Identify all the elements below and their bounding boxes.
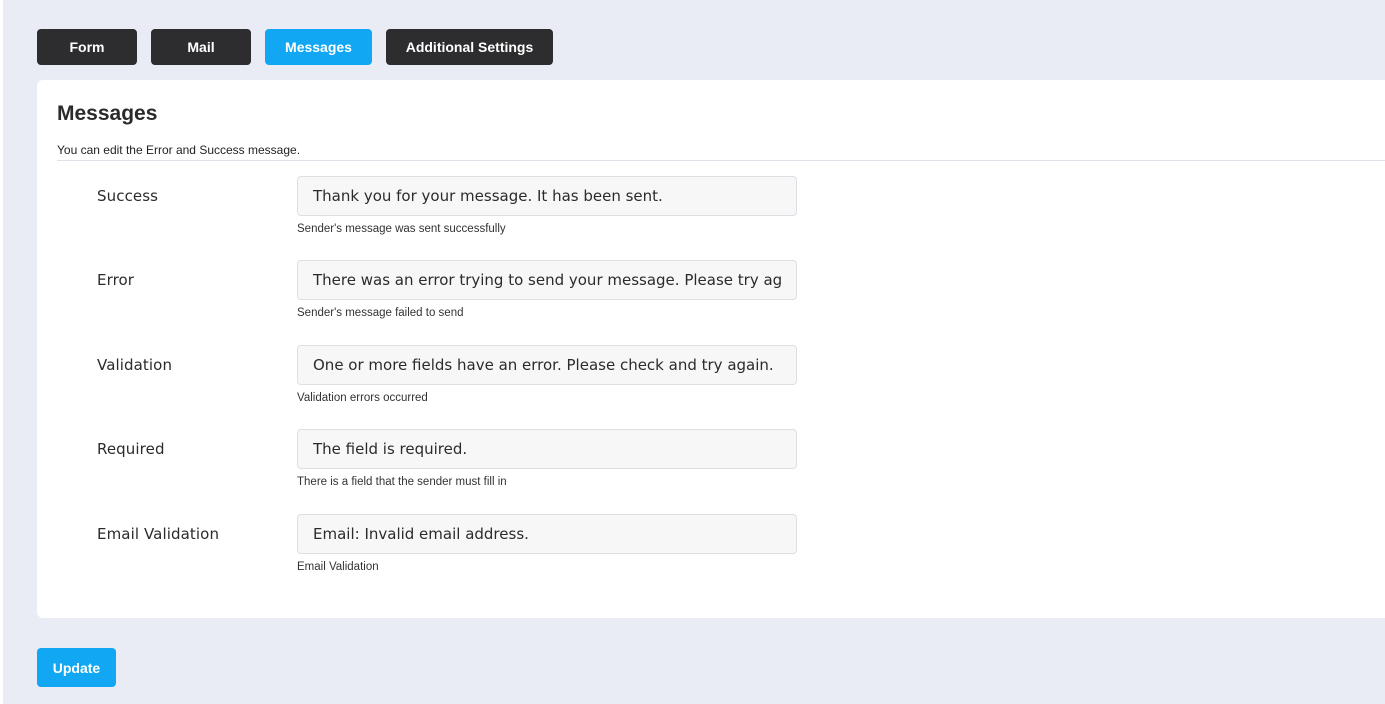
tab-messages[interactable]: Messages xyxy=(265,29,372,65)
tab-additional-settings[interactable]: Additional Settings xyxy=(386,29,553,65)
success-message-input[interactable] xyxy=(297,176,797,216)
panel-title: Messages xyxy=(57,102,158,125)
field-help-email-validation: Email Validation xyxy=(297,561,379,573)
field-label-error: Error xyxy=(97,271,135,289)
error-message-input[interactable] xyxy=(297,260,797,300)
validation-message-input[interactable] xyxy=(297,345,797,385)
divider xyxy=(57,160,1385,161)
messages-panel: Messages You can edit the Error and Succ… xyxy=(37,80,1385,618)
email-validation-message-input[interactable] xyxy=(297,514,797,554)
field-help-required: There is a field that the sender must fi… xyxy=(297,476,507,488)
field-label-success: Success xyxy=(97,187,159,205)
field-label-validation: Validation xyxy=(97,356,173,374)
field-help-validation: Validation errors occurred xyxy=(297,392,428,404)
field-label-email-validation: Email Validation xyxy=(97,525,220,543)
field-help-success: Sender's message was sent successfully xyxy=(297,223,506,235)
field-label-required: Required xyxy=(97,440,165,458)
tab-bar: Form Mail Messages Additional Settings xyxy=(37,29,553,65)
update-button[interactable]: Update xyxy=(37,648,116,687)
panel-description: You can edit the Error and Success messa… xyxy=(57,143,301,157)
field-help-error: Sender's message failed to send xyxy=(297,307,464,319)
tab-form[interactable]: Form xyxy=(37,29,137,65)
required-message-input[interactable] xyxy=(297,429,797,469)
tab-mail[interactable]: Mail xyxy=(151,29,251,65)
